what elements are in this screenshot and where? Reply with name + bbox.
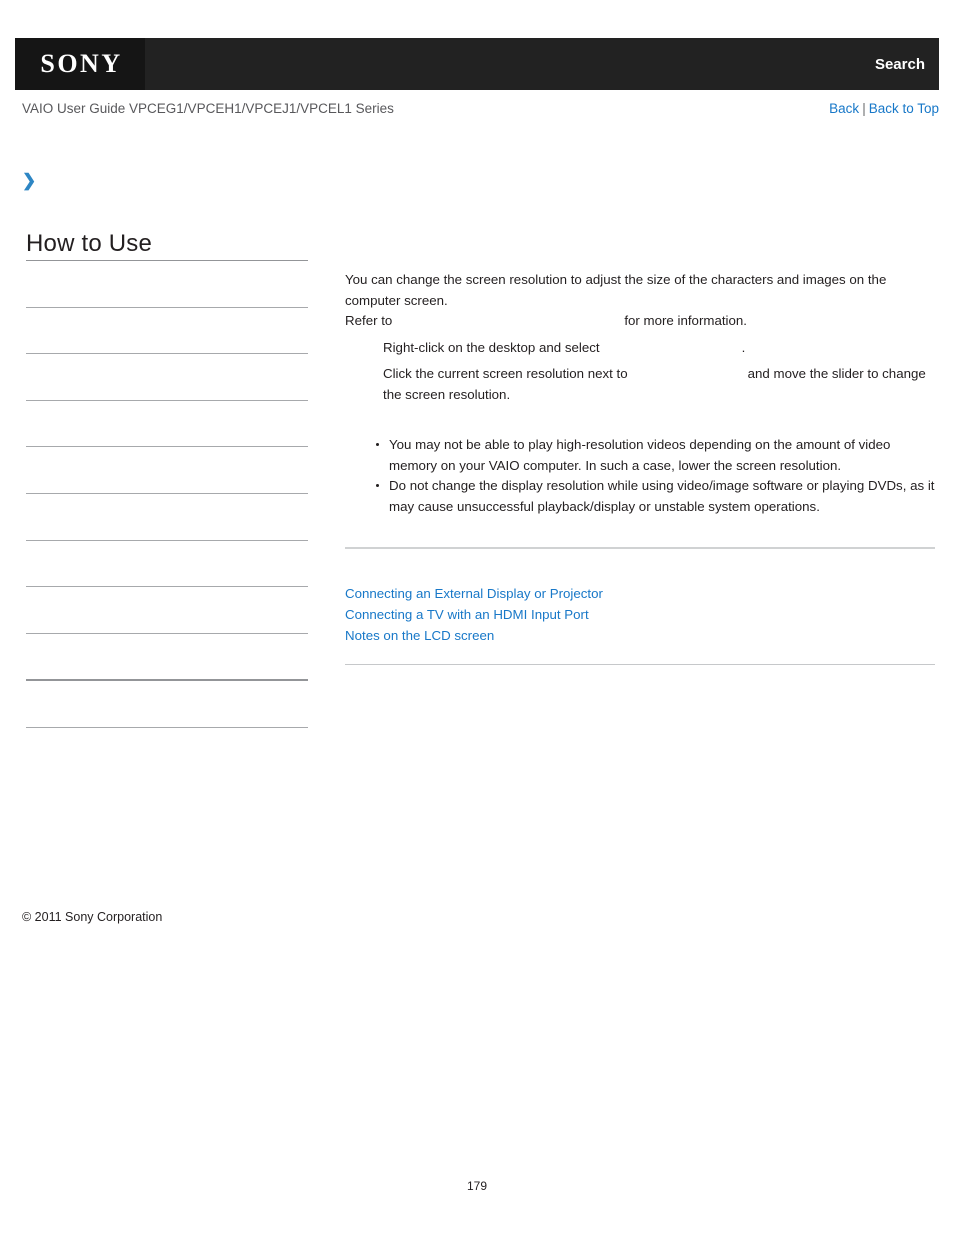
page-number: 179 [466, 1179, 488, 1193]
sidebar-item-1[interactable] [26, 260, 308, 307]
sidebar-item-9[interactable] [26, 632, 308, 680]
sidebar-item-2[interactable] [26, 306, 308, 354]
sidebar-item-7[interactable] [26, 539, 308, 587]
chevron-right-icon: ❯ [22, 171, 37, 190]
back-to-top-link[interactable]: Back to Top [869, 101, 939, 116]
refer-prefix: Refer to [345, 313, 393, 328]
related-link-3[interactable]: Notes on the LCD screen [345, 625, 935, 646]
steps-list: Right-click on the desktop and select. C… [345, 338, 935, 406]
sidebar-item-3[interactable] [26, 353, 308, 400]
note-item-1: You may not be able to play high-resolut… [375, 435, 935, 476]
search-label: Search [874, 55, 925, 73]
header-nav-links: Back | Back to Top [829, 101, 939, 116]
sidebar-item-10[interactable] [26, 679, 308, 727]
step-item-2: Click the current screen resolution next… [345, 364, 935, 405]
note-item-2: Do not change the display resolution whi… [375, 476, 935, 517]
sidebar-item-8[interactable] [26, 586, 308, 633]
page-title: How to Use [26, 230, 153, 257]
step-1-text-after: . [741, 339, 746, 355]
subheader: VAIO User Guide VPCEG1/VPCEH1/VPCEJ1/VPC… [0, 101, 954, 123]
sidebar-item-11[interactable] [26, 726, 308, 728]
related-link-1[interactable]: Connecting an External Display or Projec… [345, 583, 935, 604]
breadcrumb[interactable]: ❯ [22, 168, 42, 194]
intro-paragraph: You can change the screen resolution to … [345, 270, 935, 332]
sidebar-item-5[interactable] [26, 446, 308, 493]
sidebar-menu [26, 260, 308, 728]
step-2-text: Click the current screen resolution next… [383, 366, 628, 381]
notes-list: You may not be able to play high-resolut… [345, 435, 935, 517]
sony-logo-text: SONY [40, 49, 123, 78]
content-divider-bottom [345, 664, 935, 665]
step-2-text-after: and move the slider to change [747, 366, 926, 381]
step-2-text-line2: the screen resolution. [383, 386, 511, 402]
related-links-section: Connecting an External Display or Projec… [345, 583, 935, 646]
sony-logo[interactable]: SONY [15, 38, 145, 90]
back-link[interactable]: Back [829, 101, 859, 116]
intro-line-2: computer screen. [345, 292, 448, 308]
main-content: You can change the screen resolution to … [345, 270, 935, 517]
step-item-1: Right-click on the desktop and select. [345, 338, 935, 359]
search-button[interactable]: Search [875, 38, 925, 90]
sidebar-item-6[interactable] [26, 492, 308, 540]
related-link-2[interactable]: Connecting a TV with an HDMI Input Port [345, 604, 935, 625]
step-1-text: Right-click on the desktop and select [383, 339, 600, 355]
nav-separator: | [862, 101, 866, 116]
site-header-bar: SONY Search [15, 38, 939, 90]
guide-title: VAIO User Guide VPCEG1/VPCEH1/VPCEJ1/VPC… [22, 101, 394, 116]
refer-suffix: for more information. [624, 313, 747, 328]
content-divider-top [345, 547, 935, 549]
sidebar-item-4[interactable] [26, 399, 308, 447]
intro-line-1: You can change the screen resolution to … [345, 272, 887, 287]
copyright-notice: © 2011 Sony Corporation [22, 910, 163, 924]
